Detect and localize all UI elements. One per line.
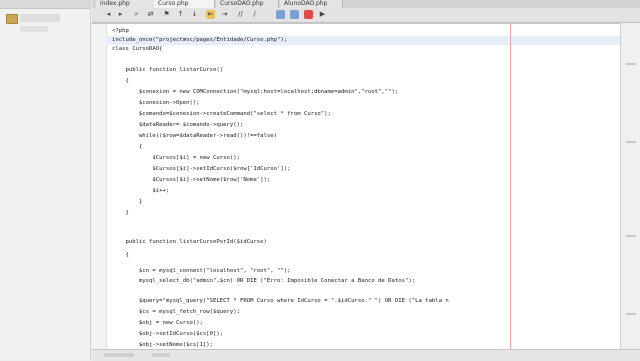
vertical-scrollbar[interactable] [620,23,640,349]
uncomment-icon[interactable]: / [250,10,259,19]
code-line[interactable]: $Cursos[$i] = new Curso(); [112,154,240,163]
scroll-marker [626,63,636,65]
project-tree-node[interactable] [20,26,48,32]
editor-toolbar: ◂ ▸ ⌕ ⇄ ⚑ ↑ ↓ ⇤ ⇥ // / ▶ [92,8,640,23]
code-line[interactable]: $obj = new Curso(); [112,319,203,328]
code-line[interactable]: $cn = mysql_connect("localhost", "root",… [112,267,291,276]
tab-cursodao[interactable]: CursoDAO.php [216,0,279,8]
code-line[interactable]: $Cursos[$i]->setNome($row['Nome']); [112,176,270,185]
folder-icon[interactable] [6,14,18,24]
tab-index[interactable]: index.php [96,0,155,8]
stop-macro-icon[interactable] [304,10,313,19]
project-explorer-pane[interactable] [0,0,91,360]
next-bookmark-icon[interactable]: ↓ [190,10,199,19]
scroll-marker [626,141,636,143]
macro-icon[interactable] [290,10,299,19]
project-tree-node[interactable] [20,14,60,22]
code-line[interactable]: $conexion->Open(); [112,99,200,108]
code-line[interactable]: $Cursos[$i]->setIdCurso($row['IdCurso'])… [112,165,290,174]
replace-icon[interactable]: ⇄ [146,10,155,19]
shift-right-icon[interactable]: ⇥ [220,10,229,19]
comment-icon[interactable]: // [236,10,245,19]
code-line[interactable]: $conexion = new COMConnection("mysql:hos… [112,88,398,97]
project-explorer-header [0,0,90,9]
line-number-gutter [92,24,107,350]
code-line[interactable]: $dataReader= $comando->query(); [112,121,243,130]
tab-alunodao[interactable]: AlunoDAO.php [280,0,343,8]
code-line[interactable]: <?php [112,27,129,36]
code-line[interactable]: $comando=$conexion->createCommand("selec… [112,110,331,119]
code-line[interactable]: $query="mysql_query("SELECT * FROM Curso… [112,297,449,306]
forward-icon[interactable]: ▸ [116,10,125,19]
code-line[interactable]: { [112,251,128,260]
code-line[interactable]: $i++; [112,187,169,196]
run-icon[interactable]: ▶ [318,10,327,19]
code-line[interactable]: } [112,209,128,218]
tab-curso[interactable]: Curso.php [154,0,215,8]
toggle-bookmark-icon[interactable]: ⚑ [162,10,171,19]
code-line[interactable]: $obj->setIdCurso($cs[0]); [112,330,223,339]
scroll-marker [626,313,636,315]
status-segment [104,353,134,357]
back-icon[interactable]: ◂ [104,10,113,19]
code-line[interactable]: { [112,143,142,152]
code-line[interactable]: public function listarCurso() [112,66,223,75]
find-icon[interactable]: ⌕ [132,10,141,19]
code-line[interactable]: mysql_select_db("admin",$cn) OR DIE ("Er… [112,277,415,286]
code-line[interactable]: $cs = mysql_fetch_row($query); [112,308,240,317]
status-segment [152,353,170,357]
shift-left-icon[interactable]: ⇤ [206,10,215,19]
code-editor[interactable]: <?php include_once("projectmvc/pages/Ent… [92,23,620,350]
prev-bookmark-icon[interactable]: ↑ [176,10,185,19]
status-bar [92,349,640,361]
code-line[interactable]: public function listarCursoPorId($idCurs… [112,238,266,247]
code-line[interactable]: class CursoDAO{ [112,45,163,54]
code-line[interactable]: while(($row=$dataReader->read())!==false… [112,132,277,141]
scroll-marker [626,235,636,237]
code-line[interactable]: include_once("projectmvc/pages/Entidade/… [112,36,287,45]
right-margin-line [510,24,511,350]
code-line[interactable]: { [112,77,128,86]
code-line[interactable]: } [112,198,142,207]
record-macro-icon[interactable] [276,10,285,19]
